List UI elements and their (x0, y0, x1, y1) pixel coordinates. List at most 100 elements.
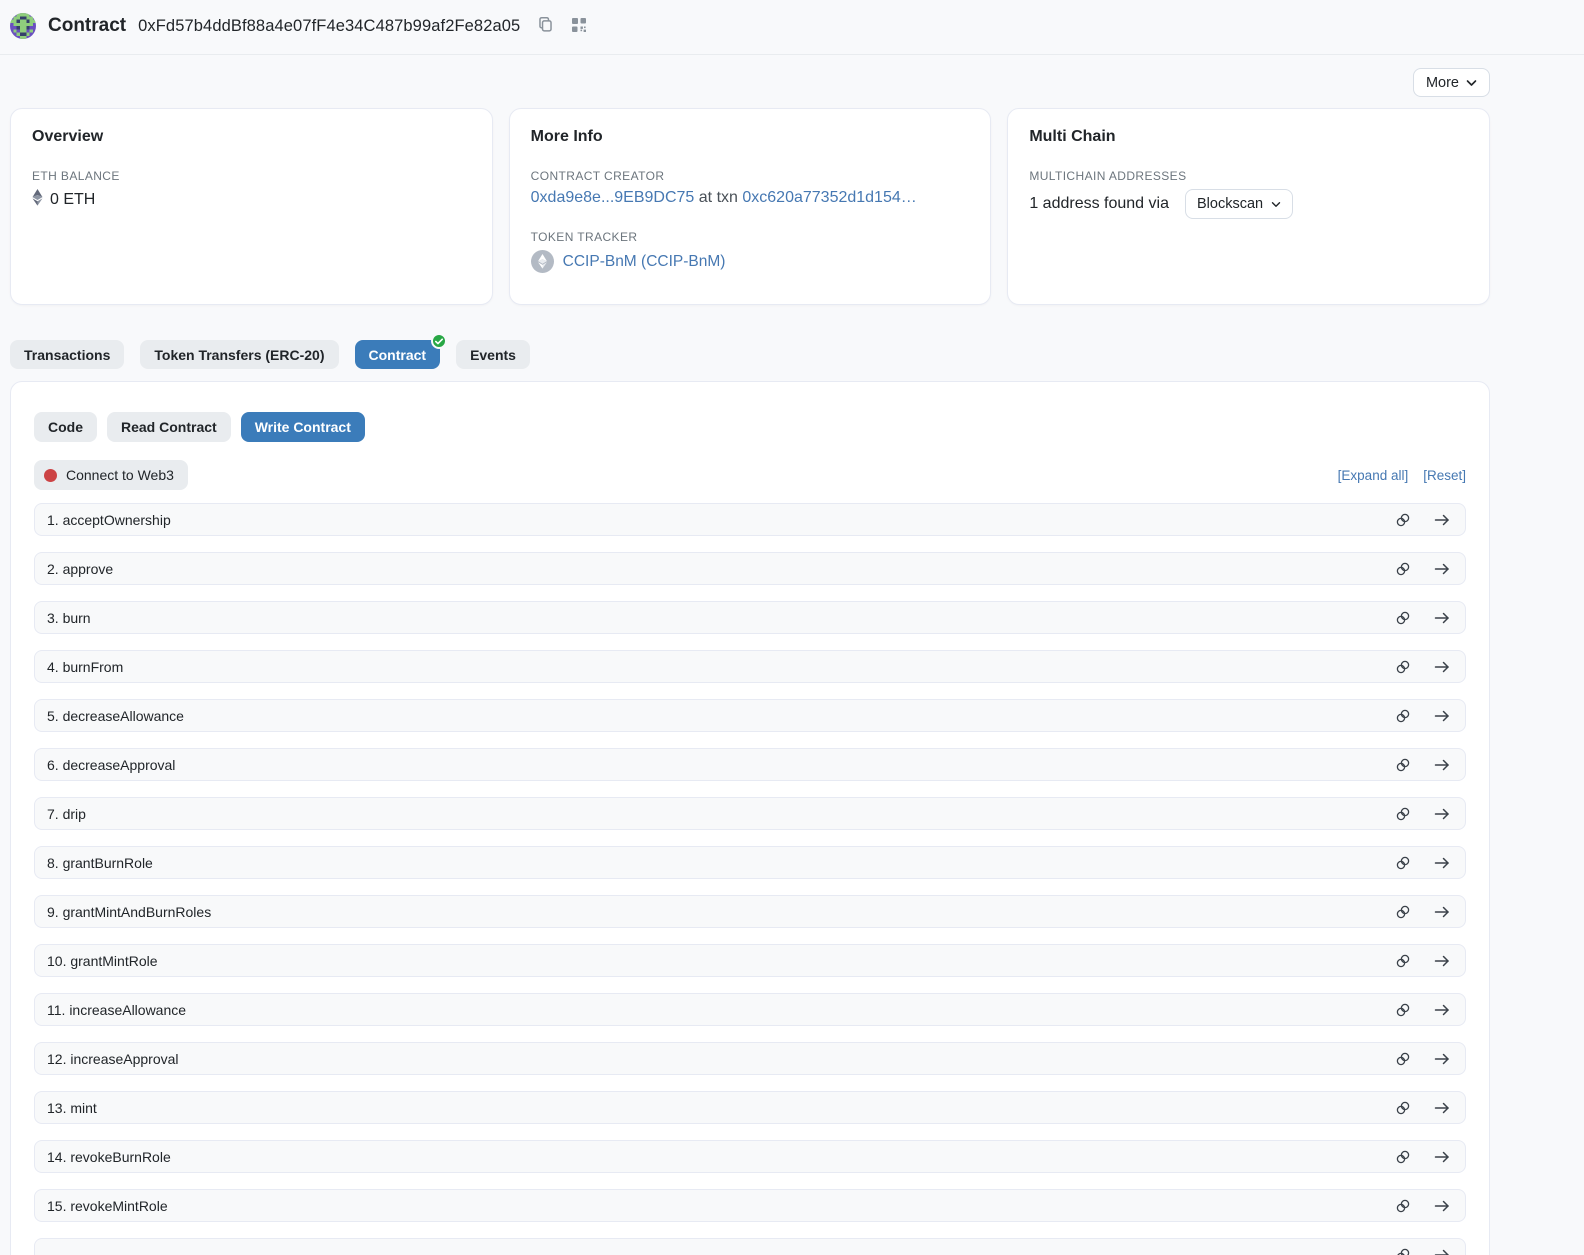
method-row[interactable]: 4. burnFrom (34, 650, 1466, 683)
method-permalink-button[interactable] (1395, 512, 1411, 528)
method-permalink-button[interactable] (1395, 806, 1411, 822)
page-title: Contract (48, 15, 126, 37)
method-row[interactable]: 12. increaseApproval (34, 1042, 1466, 1075)
method-permalink-button[interactable] (1395, 610, 1411, 626)
method-expand-button[interactable] (1434, 758, 1450, 772)
method-row[interactable]: 3. burn (34, 601, 1466, 634)
subtab-read-contract[interactable]: Read Contract (107, 412, 231, 442)
method-row[interactable]: 14. revokeBurnRole (34, 1140, 1466, 1173)
method-row[interactable]: 10. grantMintRole (34, 944, 1466, 977)
method-permalink-button[interactable] (1395, 904, 1411, 920)
method-permalink-button[interactable] (1395, 855, 1411, 871)
method-permalink-button[interactable] (1395, 1198, 1411, 1214)
subtab-write-contract[interactable]: Write Contract (241, 412, 365, 442)
more-button[interactable]: More (1413, 68, 1490, 97)
overview-card: Overview ETH BALANCE 0 ETH (10, 108, 493, 305)
method-row[interactable]: 1. acceptOwnership (34, 503, 1466, 536)
method-label: 13. mint (47, 1100, 97, 1116)
method-expand-button[interactable] (1434, 905, 1450, 919)
chain-link-icon (1395, 708, 1411, 724)
method-expand-button[interactable] (1434, 807, 1450, 821)
page-header: Contract 0xFd57b4ddBf88a4e07fF4e34C487b9… (0, 0, 1584, 55)
tab-transactions[interactable]: Transactions (10, 340, 124, 369)
method-expand-button[interactable] (1434, 709, 1450, 723)
method-expand-button[interactable] (1434, 611, 1450, 625)
method-permalink-button[interactable] (1395, 1051, 1411, 1067)
tab-contract[interactable]: Contract (355, 340, 441, 369)
method-row[interactable]: 8. grantBurnRole (34, 846, 1466, 879)
info-cards: Overview ETH BALANCE 0 ETH (10, 108, 1490, 305)
expand-all-link[interactable]: [Expand all] (1338, 468, 1409, 483)
method-row[interactable]: 11. increaseAllowance (34, 993, 1466, 1026)
method-expand-button[interactable] (1434, 1248, 1450, 1255)
method-permalink-button[interactable] (1395, 708, 1411, 724)
method-row[interactable] (34, 1238, 1466, 1255)
arrow-right-icon (1434, 660, 1450, 674)
method-label: 12. increaseApproval (47, 1051, 179, 1067)
creator-address-link[interactable]: 0xda9e8e...9EB9DC75 (531, 189, 695, 206)
main-tabs: Transactions Token Transfers (ERC-20) Co… (10, 340, 1490, 369)
arrow-right-icon (1434, 562, 1450, 576)
method-expand-button[interactable] (1434, 954, 1450, 968)
method-label: 11. increaseAllowance (47, 1002, 186, 1018)
method-permalink-button[interactable] (1395, 953, 1411, 969)
arrow-right-icon (1434, 709, 1450, 723)
eth-balance-label: ETH BALANCE (32, 169, 471, 183)
method-row[interactable]: 13. mint (34, 1091, 1466, 1124)
method-expand-button[interactable] (1434, 562, 1450, 576)
blockscan-provider-dropdown[interactable]: Blockscan (1185, 189, 1293, 219)
contract-identicon-avatar (10, 13, 36, 39)
connect-to-web3-button[interactable]: Connect to Web3 (34, 460, 188, 490)
method-permalink-button[interactable] (1395, 757, 1411, 773)
multi-chain-card-title: Multi Chain (1029, 128, 1468, 146)
method-permalink-button[interactable] (1395, 1149, 1411, 1165)
method-row[interactable]: 5. decreaseAllowance (34, 699, 1466, 732)
chevron-down-icon (1271, 196, 1281, 212)
method-row[interactable]: 15. revokeMintRole (34, 1189, 1466, 1222)
token-tracker-link[interactable]: CCIP-BnM (CCIP-BnM) (563, 253, 726, 271)
tab-token-transfers[interactable]: Token Transfers (ERC-20) (140, 340, 338, 369)
connect-row: Connect to Web3 [Expand all] [Reset] (34, 460, 1466, 490)
method-expand-button[interactable] (1434, 1101, 1450, 1115)
chain-link-icon (1395, 1149, 1411, 1165)
chevron-down-icon (1466, 75, 1477, 91)
method-label: 9. grantMintAndBurnRoles (47, 904, 211, 920)
contract-creator-label: CONTRACT CREATOR (531, 169, 970, 183)
copy-address-button[interactable] (537, 16, 554, 36)
method-label: 14. revokeBurnRole (47, 1149, 171, 1165)
method-permalink-button[interactable] (1395, 1100, 1411, 1116)
subtab-code[interactable]: Code (34, 412, 97, 442)
method-expand-button[interactable] (1434, 660, 1450, 674)
chain-link-icon (1395, 1100, 1411, 1116)
method-expand-button[interactable] (1434, 513, 1450, 527)
chain-link-icon (1395, 1198, 1411, 1214)
chain-link-icon (1395, 659, 1411, 675)
multi-chain-card: Multi Chain MULTICHAIN ADDRESSES 1 addre… (1007, 108, 1490, 305)
method-expand-button[interactable] (1434, 1199, 1450, 1213)
method-permalink-button[interactable] (1395, 1247, 1411, 1255)
qr-code-button[interactable] (571, 17, 587, 36)
list-action-links: [Expand all] [Reset] (1338, 468, 1466, 483)
method-permalink-button[interactable] (1395, 1002, 1411, 1018)
reset-link[interactable]: [Reset] (1423, 468, 1466, 483)
more-info-card: More Info CONTRACT CREATOR 0xda9e8e...9E… (509, 108, 992, 305)
method-expand-button[interactable] (1434, 856, 1450, 870)
tab-events[interactable]: Events (456, 340, 530, 369)
multichain-addresses-label: MULTICHAIN ADDRESSES (1029, 169, 1468, 183)
method-row[interactable]: 6. decreaseApproval (34, 748, 1466, 781)
method-expand-button[interactable] (1434, 1003, 1450, 1017)
more-info-card-title: More Info (531, 128, 970, 146)
method-permalink-button[interactable] (1395, 561, 1411, 577)
method-expand-button[interactable] (1434, 1052, 1450, 1066)
creation-txn-link[interactable]: 0xc620a77352d1d154… (742, 189, 916, 206)
method-expand-button[interactable] (1434, 1150, 1450, 1164)
method-row[interactable]: 2. approve (34, 552, 1466, 585)
toolbar-row: More (10, 68, 1490, 97)
method-label: 7. drip (47, 806, 86, 822)
method-row[interactable]: 7. drip (34, 797, 1466, 830)
method-permalink-button[interactable] (1395, 659, 1411, 675)
method-row[interactable]: 9. grantMintAndBurnRoles (34, 895, 1466, 928)
methods-list: 1. acceptOwnership (34, 503, 1466, 1255)
chain-link-icon (1395, 1002, 1411, 1018)
connect-to-web3-label: Connect to Web3 (66, 467, 174, 483)
